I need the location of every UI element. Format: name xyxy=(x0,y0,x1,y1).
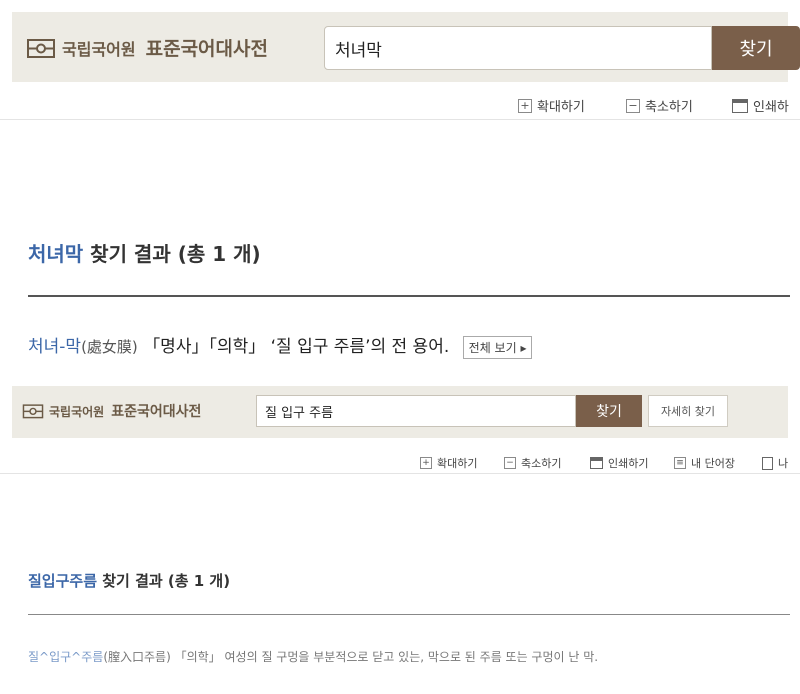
divider xyxy=(28,295,790,297)
result-title: 질입구주름 찾기 결과 (총 1 개) xyxy=(28,570,230,591)
search-button[interactable]: 찾기 xyxy=(576,395,642,427)
result-count: 찾기 결과 (총 1 개) xyxy=(90,242,261,266)
document-icon xyxy=(762,456,773,470)
header-bar: 국립국어원 표준국어대사전 찾기 자세히 찾기 xyxy=(12,386,788,438)
more-button[interactable]: 나 xyxy=(762,455,788,471)
entry-word-link[interactable]: 처녀-막 xyxy=(28,337,81,357)
minus-icon: − xyxy=(504,457,516,469)
toolbar: + 확대하기 − 축소하기 인쇄하 xyxy=(0,92,800,120)
result-count: 찾기 결과 (총 1 개) xyxy=(102,572,231,590)
entry-hanja: (膣入口주름) xyxy=(103,650,171,664)
zoom-out-button[interactable]: − 축소하기 xyxy=(504,455,561,471)
print-label: 인쇄하 xyxy=(753,100,789,115)
entry-row: 질^입구^주름(膣入口주름) 「의학」 여성의 질 구멍을 부분적으로 닫고 있… xyxy=(28,648,598,665)
entry-definition: 여성의 질 구멍을 부분적으로 닫고 있는, 막으로 된 주름 또는 구멍이 난… xyxy=(224,650,599,664)
zoom-out-button[interactable]: − 축소하기 xyxy=(626,96,693,115)
list-icon: ≡ xyxy=(674,457,686,469)
site-logo[interactable]: 국립국어원 표준국어대사전 xyxy=(26,34,268,61)
printer-icon xyxy=(590,457,603,469)
dictionary-logo-icon xyxy=(22,404,44,419)
print-label: 인쇄하기 xyxy=(608,457,649,470)
plus-icon: + xyxy=(420,457,432,469)
org-name: 국립국어원 xyxy=(62,39,136,59)
site-logo[interactable]: 국립국어원 표준국어대사전 xyxy=(22,401,201,421)
entry-row: 처녀-막(處女膜) 「명사」「의학」 ‘질 입구 주름’의 전 용어. 전체 보… xyxy=(28,332,533,359)
zoom-out-label: 축소하기 xyxy=(645,100,693,115)
my-wordbook-label: 내 단어장 xyxy=(691,457,735,470)
entry-definition: ‘질 입구 주름’의 전 용어. xyxy=(270,337,450,357)
entry-tags: 「명사」「의학」 xyxy=(143,337,266,357)
result-query: 처녀막 xyxy=(28,242,84,266)
zoom-in-label: 확대하기 xyxy=(437,457,478,470)
search-button[interactable]: 찾기 xyxy=(712,26,800,70)
print-button[interactable]: 인쇄하 xyxy=(732,96,789,115)
printer-icon xyxy=(732,98,748,113)
search-input[interactable] xyxy=(324,26,712,70)
entry-word-link[interactable]: 질^입구^주름 xyxy=(28,650,103,664)
toolbar: + 확대하기 − 축소하기 인쇄하기 ≡ 내 단어장 나 xyxy=(0,450,800,474)
my-wordbook-button[interactable]: ≡ 내 단어장 xyxy=(674,455,735,471)
divider xyxy=(28,614,790,615)
minus-icon: − xyxy=(626,98,640,113)
dictionary-name: 표준국어대사전 xyxy=(111,404,202,420)
zoom-in-button[interactable]: + 확대하기 xyxy=(420,455,477,471)
print-button[interactable]: 인쇄하기 xyxy=(590,455,648,471)
dictionary-name: 표준국어대사전 xyxy=(145,38,268,60)
dictionary-logo-icon xyxy=(27,38,55,58)
view-all-button[interactable]: 전체 보기 ▸ xyxy=(462,335,533,359)
zoom-in-label: 확대하기 xyxy=(537,100,585,115)
header-bar: 국립국어원 표준국어대사전 찾기 xyxy=(12,12,800,82)
org-name: 국립국어원 xyxy=(49,404,105,419)
plus-icon: + xyxy=(518,98,532,113)
zoom-in-button[interactable]: + 확대하기 xyxy=(518,96,585,115)
result-query: 질입구주름 xyxy=(28,572,98,590)
search-input[interactable] xyxy=(256,395,576,427)
entry-hanja: (處女膜) xyxy=(81,338,138,356)
zoom-out-label: 축소하기 xyxy=(521,457,562,470)
result-title: 처녀막 찾기 결과 (총 1 개) xyxy=(28,238,261,267)
entry-tags: 「의학」 xyxy=(174,650,221,664)
more-label: 나 xyxy=(778,457,789,470)
advanced-search-button[interactable]: 자세히 찾기 xyxy=(648,395,728,427)
